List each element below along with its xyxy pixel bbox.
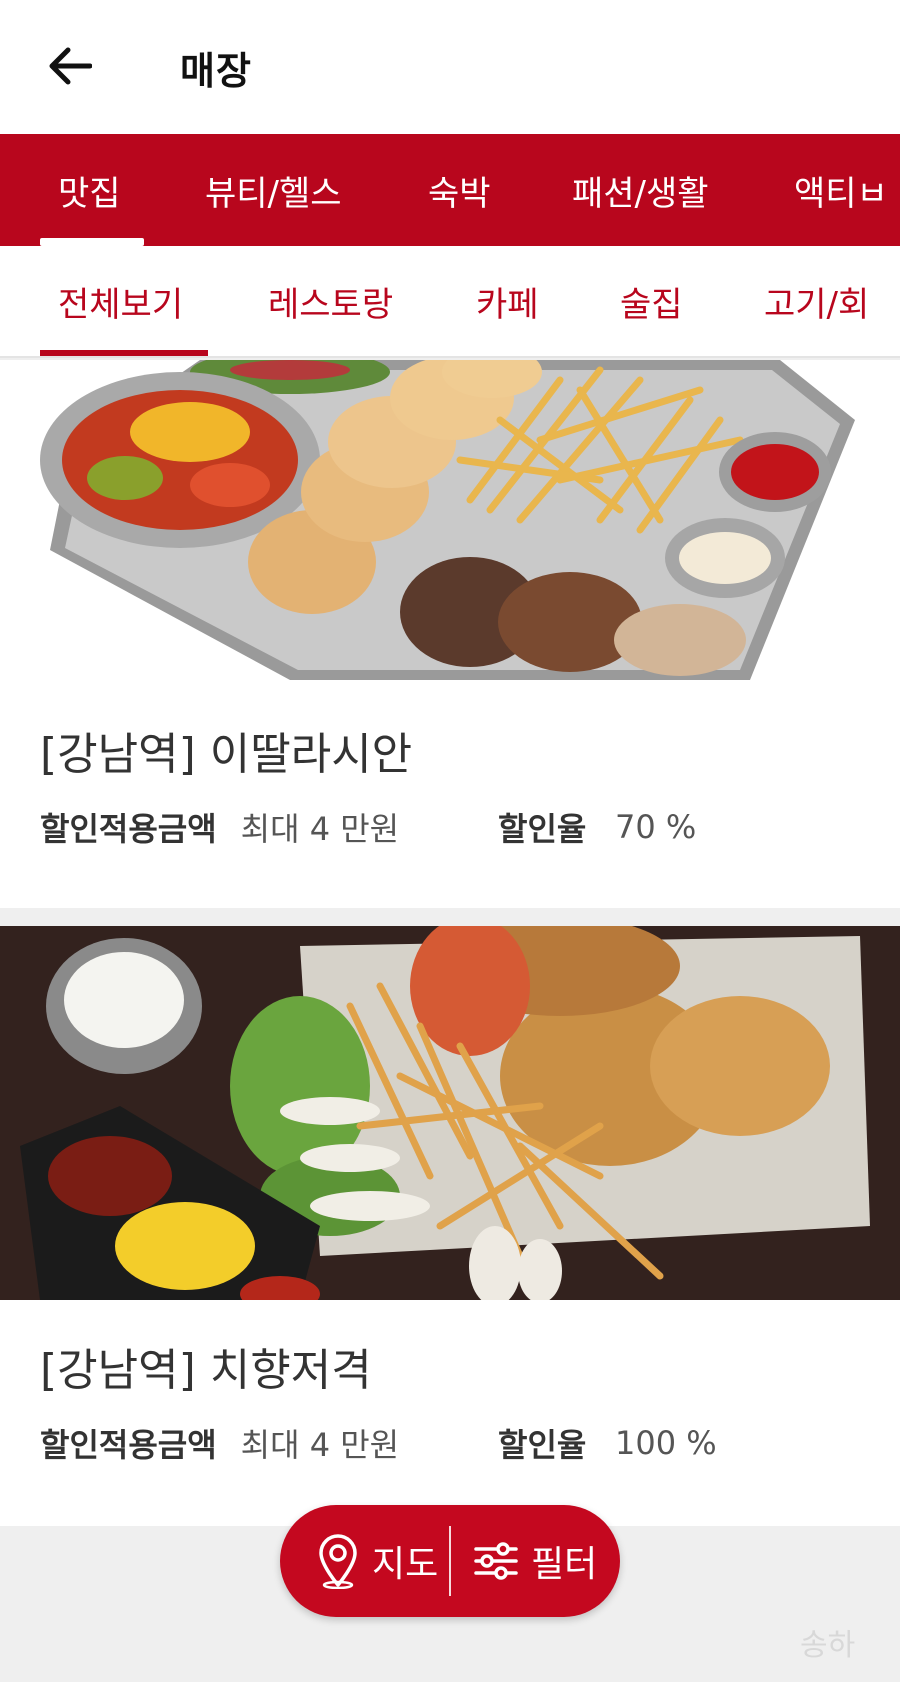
store-card[interactable]: [강남역] 이딸라시안 할인적용금액 최대 4 만원 할인율 70 % (0, 360, 900, 908)
subtab-cafe[interactable]: 카페 (476, 246, 539, 356)
map-button[interactable]: 지도 (280, 1505, 449, 1617)
page-title: 매장 (180, 49, 252, 93)
store-name: [강남역] 치향저격 (40, 1345, 372, 1396)
subcategory-tab-bar: 전체보기 레스토랑 카페 술집 고기/회 (0, 246, 900, 358)
tab-beauty-health[interactable]: 뷰티/헬스 (205, 134, 342, 246)
map-pin-icon (319, 1534, 357, 1589)
back-button[interactable] (40, 36, 100, 96)
map-label: 지도 (372, 1544, 439, 1585)
discount-rate-label: 할인율 (498, 810, 587, 848)
subtab-all[interactable]: 전체보기 (58, 246, 183, 356)
discount-amount-value: 최대 4 만원 (240, 810, 400, 848)
store-card[interactable]: [강남역] 치향저격 할인적용금액 최대 4 만원 할인율 100 % (0, 926, 900, 1526)
filter-button[interactable]: 필터 (451, 1505, 620, 1617)
discount-rate-label: 할인율 (498, 1426, 587, 1464)
watermark: 송하 (800, 1628, 856, 1663)
store-discount-info: 할인적용금액 최대 4 만원 할인율 70 % (40, 802, 860, 852)
map-filter-fab: 지도 필터 (280, 1505, 620, 1617)
discount-amount-value: 최대 4 만원 (240, 1426, 400, 1464)
store-name: [강남역] 이딸라시안 (40, 729, 413, 780)
discount-amount-label: 할인적용금액 (40, 810, 217, 848)
tab-restaurants[interactable]: 맛집 (58, 134, 121, 246)
arrow-left-icon (49, 47, 92, 85)
store-image (0, 926, 900, 1300)
store-discount-info: 할인적용금액 최대 4 만원 할인율 100 % (40, 1418, 860, 1468)
subtab-restaurant[interactable]: 레스토랑 (268, 246, 393, 356)
subtab-meat-sashimi[interactable]: 고기/회 (764, 246, 869, 356)
active-subtab-indicator (40, 350, 208, 356)
tab-fashion-living[interactable]: 패션/생활 (572, 134, 709, 246)
subtab-pub[interactable]: 술집 (620, 246, 683, 356)
discount-rate-value: 100 % (615, 1424, 717, 1462)
active-tab-indicator (40, 238, 144, 246)
store-list-page: 매장 맛집 뷰티/헬스 숙박 패션/생활 액티ㅂ 전체보기 레스토랑 카페 술집… (0, 0, 900, 1682)
tab-activity[interactable]: 액티ㅂ (794, 134, 888, 246)
top-app-bar: 매장 (0, 0, 900, 134)
filter-label: 필터 (531, 1544, 598, 1585)
sliders-icon (474, 1542, 518, 1580)
discount-amount-label: 할인적용금액 (40, 1426, 217, 1464)
category-tab-bar: 맛집 뷰티/헬스 숙박 패션/생활 액티ㅂ (0, 134, 900, 246)
discount-rate-value: 70 % (615, 808, 697, 846)
tab-lodging[interactable]: 숙박 (428, 134, 491, 246)
store-image (0, 360, 900, 684)
